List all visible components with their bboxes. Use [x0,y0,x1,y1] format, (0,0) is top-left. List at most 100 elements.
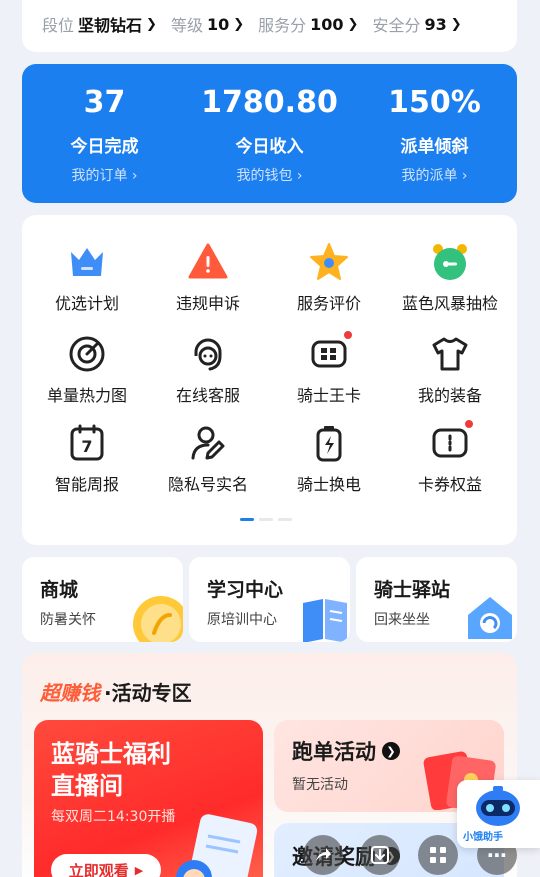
grid-label: 隐私号实名 [167,475,248,494]
more-icon: ⋯ [487,843,507,867]
grid-label: 骑士换电 [296,475,361,494]
learning-center-card[interactable]: 学习中心 原培训中心 [189,557,350,642]
book-icon [303,599,347,642]
page-indicator [240,518,292,521]
page-dot-active [240,518,254,521]
notification-dot [343,330,353,340]
grid-item-privacy-realname[interactable]: 隐私号实名 [148,423,268,495]
share-button[interactable] [303,835,343,875]
grid-item-blue-storm-check[interactable]: 蓝色风暴抽检 [390,242,510,314]
live-title-line2: 直播间 [51,772,123,800]
tier-rank-value: 坚韧钻石 [78,16,143,35]
live-title-line1: 蓝骑士福利 [51,740,171,768]
page-dot [259,518,273,521]
watch-now-label: 立即观看 [68,861,129,877]
download-button[interactable] [360,835,400,875]
grid-label: 违规申诉 [175,294,240,313]
grid-item-preferred-plan[interactable]: 优选计划 [27,242,147,314]
headset-icon [188,334,228,374]
stat-completed[interactable]: 37 今日完成 我的订单 › [22,64,187,185]
grid-item-coupons[interactable]: 卡券权益 [390,419,510,495]
run-activity-subtitle: 暂无活动 [292,777,348,793]
watch-now-button[interactable]: 立即观看 ▶ [51,854,161,877]
stat-income[interactable]: 1780.80 今日收入 我的钱包 › [187,64,352,185]
chevron-right-icon: ❯ [146,16,157,32]
assistant-widget[interactable]: 小饿助手 [457,780,540,848]
tier-rank[interactable]: 段位 坚韧钻石 ❯ [42,12,157,36]
grid-item-online-support[interactable]: 在线客服 [148,334,268,406]
grid-item-weekly-report[interactable]: 7 智能周报 [27,423,147,495]
live-schedule: 每双周二14:30开播 [51,809,176,825]
tier-row: 段位 坚韧钻石 ❯ 等级 10 ❯ 服务分 100 ❯ 安全分 93 ❯ [42,12,462,36]
grid-icon [430,847,446,863]
tier-level-value: 10 [206,14,230,34]
grid-label: 在线客服 [175,386,240,405]
mall-title: 商城 [40,579,79,601]
star-icon [309,242,349,282]
rider-mascot-icon [176,814,258,877]
calendar-icon: 7 [67,423,107,463]
robot-assistant-icon [476,786,520,826]
battery-swap-icon [309,423,349,463]
mall-card[interactable]: 商城 防暑关怀 [22,557,183,642]
activity-header: 超赚钱 ·活动专区 [40,677,192,706]
grid-label: 服务评价 [296,294,361,313]
chevron-right-icon: ❯ [233,16,245,32]
my-dispatch-link[interactable]: 我的派单 › [352,165,517,185]
warning-icon [188,242,228,282]
grid-label: 智能周报 [54,475,119,494]
coin-icon [133,596,183,642]
stats-card: 37 今日完成 我的订单 › 1780.80 今日收入 我的钱包 › 150% … [22,64,517,203]
mall-subtitle: 防暑关怀 [40,612,96,628]
tier-level-label: 等级 [170,16,203,35]
stat-income-number: 1780.80 [201,85,338,120]
activity-highlight: 超赚钱 [40,681,100,705]
tier-level[interactable]: 等级 10 ❯ [171,12,244,36]
grid-item-battery-swap[interactable]: 骑士换电 [269,423,389,495]
grid-label: 我的装备 [417,386,482,405]
notification-dot [464,419,474,429]
stat-dispatch-title: 派单倾斜 [400,137,469,157]
alarm-clock-icon [430,242,470,282]
grid-item-heatmap[interactable]: 单量热力图 [27,334,147,406]
chevron-right-icon: ❯ [450,16,462,32]
grid-label: 优选计划 [54,294,119,313]
grid-label: 蓝色风暴抽检 [401,294,498,313]
grid-item-violation-appeal[interactable]: 违规申诉 [148,242,268,314]
apps-button[interactable] [418,835,458,875]
house-icon [468,597,512,639]
tier-rank-label: 段位 [42,16,75,35]
stat-dispatch-number: 150% [388,85,481,120]
grid-item-service-review[interactable]: 服务评价 [269,242,389,314]
rider-station-card[interactable]: 骑士驿站 回来坐坐 [356,557,517,642]
grid-label: 单量热力图 [46,386,127,405]
my-orders-link[interactable]: 我的订单 › [22,165,187,185]
chevron-right-icon: ❯ [347,16,359,32]
activity-title: ·活动专区 [104,681,192,705]
grid-item-my-equipment[interactable]: 我的装备 [390,334,510,406]
run-activity-title-row: 跑单活动 ❯ [292,736,400,766]
run-activity-title: 跑单活动 [292,740,376,764]
grid-label: 骑士王卡 [296,386,361,405]
card-icon [309,330,353,374]
station-subtitle: 回来坐坐 [374,612,430,628]
download-icon [371,846,389,864]
live-stream-banner[interactable]: 蓝骑士福利 直播间 每双周二14:30开播 立即观看 ▶ [34,720,263,877]
tier-service-label: 服务分 [258,16,307,35]
learning-subtitle: 原培训中心 [207,612,277,628]
tier-safety-score[interactable]: 安全分 93 ❯ [372,12,461,36]
feature-grid: 优选计划 违规申诉 服务评价 蓝色风暴抽检 单量热力图 在线客服 骑士王卡 我的… [22,215,517,545]
station-title: 骑士驿站 [374,579,451,601]
grid-label: 卡券权益 [417,475,482,494]
tier-service-value: 100 [310,14,344,34]
stat-dispatch[interactable]: 150% 派单倾斜 我的派单 › [352,64,517,185]
share-icon [316,848,331,861]
my-wallet-link[interactable]: 我的钱包 › [187,165,352,185]
stat-completed-number: 37 [83,85,126,120]
tier-card: 段位 坚韧钻石 ❯ 等级 10 ❯ 服务分 100 ❯ 安全分 93 ❯ [22,0,517,52]
stat-income-title: 今日收入 [235,137,304,157]
crown-icon [67,242,107,282]
target-icon [67,334,107,374]
tier-service-score[interactable]: 服务分 100 ❯ [258,12,358,36]
grid-item-rider-king-card[interactable]: 骑士王卡 [269,330,389,406]
